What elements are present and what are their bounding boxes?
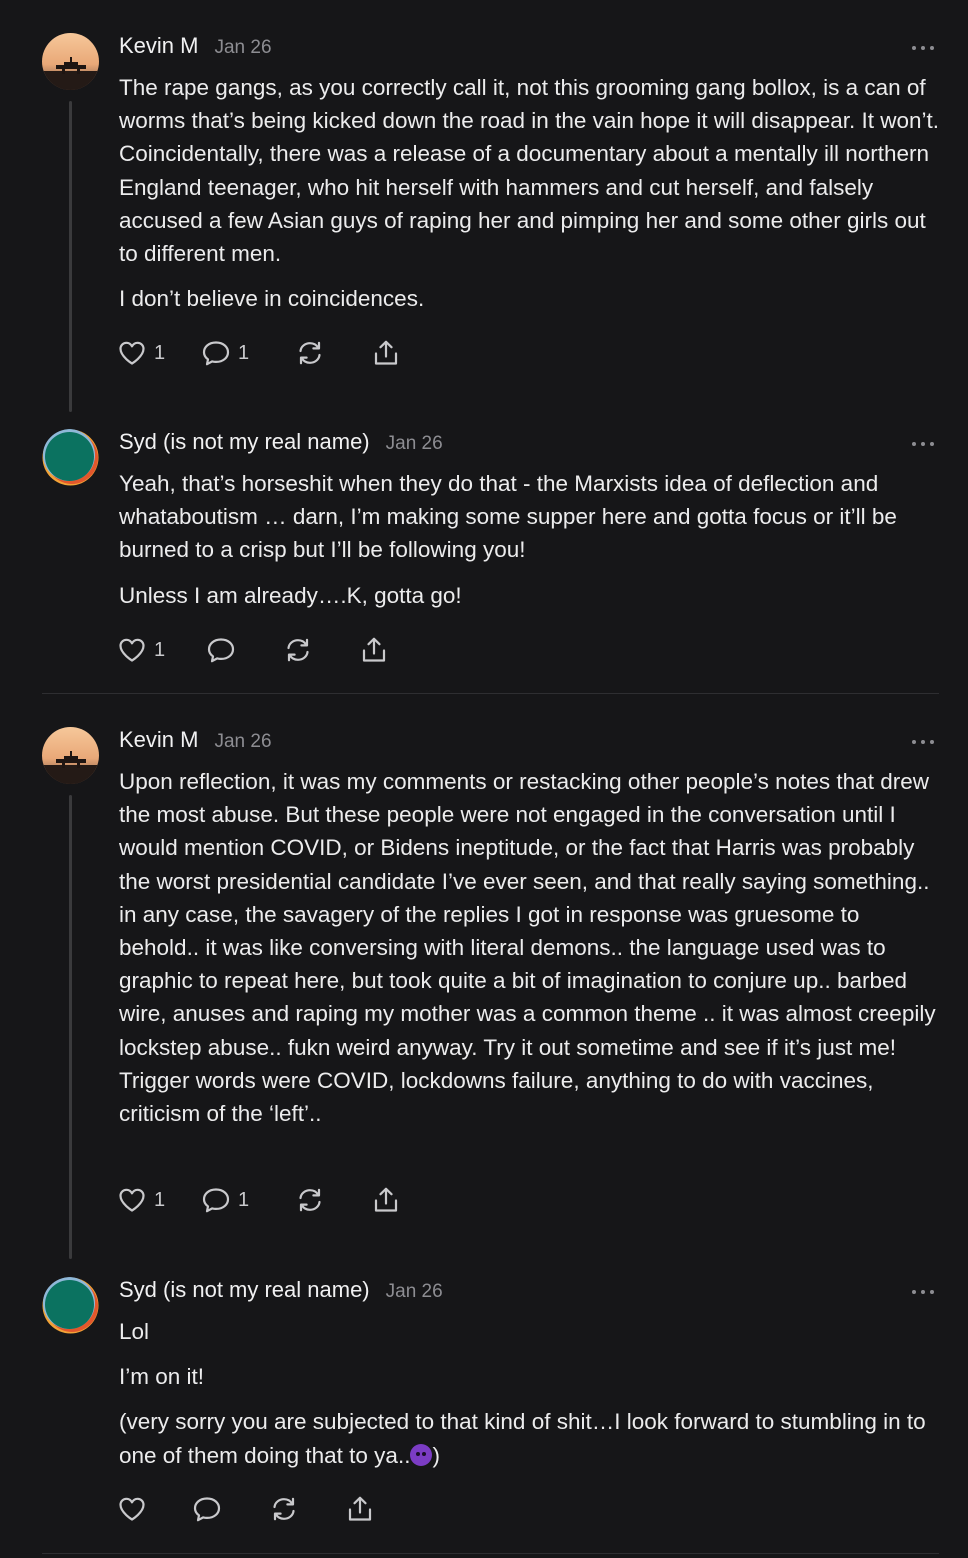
comment-button[interactable]: 1 — [201, 337, 249, 369]
restack-button[interactable] — [283, 634, 313, 666]
share-button[interactable] — [345, 1493, 375, 1525]
avatar[interactable] — [42, 727, 99, 784]
post-body: Lol I’m on it! (very sorry you are subje… — [119, 1315, 941, 1484]
like-button[interactable]: 1 — [117, 1184, 165, 1216]
author-name[interactable]: Syd (is not my real name) — [119, 429, 370, 455]
post-text: (very sorry you are subjected to that ki… — [119, 1409, 926, 1468]
share-upload-icon — [371, 338, 401, 368]
post-paragraph: Upon reflection, it was my comments or r… — [119, 769, 936, 1127]
like-count: 1 — [154, 638, 166, 661]
avatar[interactable] — [42, 429, 99, 486]
share-upload-icon — [371, 1185, 401, 1215]
like-count: 1 — [154, 341, 166, 364]
comment-button[interactable] — [192, 1493, 222, 1525]
avatar[interactable] — [42, 33, 99, 90]
post-paragraph: Lol — [119, 1319, 150, 1344]
comment-button[interactable]: 1 — [201, 1184, 249, 1216]
comment-button[interactable] — [206, 634, 236, 666]
like-button[interactable]: 1 — [117, 634, 165, 666]
more-dots-icon[interactable] — [910, 437, 936, 451]
like-count: 1 — [154, 1188, 166, 1211]
heart-icon — [117, 338, 147, 368]
post-paragraph: I don’t believe in coincidences. — [119, 286, 425, 312]
post-body: Upon reflection, it was my comments or r… — [119, 765, 941, 1142]
comment-count: 1 — [238, 341, 250, 364]
author-name[interactable]: Syd (is not my real name) — [119, 1277, 370, 1303]
avatar[interactable] — [42, 1277, 99, 1334]
heart-icon — [117, 1494, 147, 1524]
share-button[interactable] — [359, 634, 389, 666]
restack-arrows-icon — [295, 1185, 325, 1215]
thread-line — [69, 101, 72, 412]
post-paragraph: I’m on it! — [119, 1364, 205, 1390]
thread-divider — [42, 693, 939, 694]
author-name[interactable]: Kevin M — [119, 727, 198, 753]
like-button[interactable]: 1 — [117, 337, 165, 369]
share-button[interactable] — [371, 337, 401, 369]
heart-icon — [117, 1185, 147, 1215]
post-header: Kevin M Jan 26 — [119, 33, 272, 63]
post-body: Yeah, that’s horseshit when they do that… — [119, 467, 941, 624]
post-date[interactable]: Jan 26 — [386, 433, 443, 455]
thread-line — [69, 795, 72, 1259]
restack-button[interactable] — [295, 337, 325, 369]
more-dots-icon[interactable] — [910, 41, 936, 55]
more-dots-icon[interactable] — [910, 1285, 936, 1299]
comment-bubble-icon — [206, 635, 236, 665]
share-upload-icon — [345, 1494, 375, 1524]
post-date[interactable]: Jan 26 — [214, 37, 271, 59]
post-paragraph: Unless I am already….K, gotta go! — [119, 582, 462, 608]
comment-bubble-icon — [201, 338, 231, 368]
thread-divider — [42, 1553, 939, 1554]
restack-arrows-icon — [295, 338, 325, 368]
restack-button[interactable] — [295, 1184, 325, 1216]
comment-bubble-icon — [192, 1494, 222, 1524]
post-date[interactable]: Jan 26 — [386, 1281, 443, 1303]
restack-arrows-icon — [269, 1494, 299, 1524]
comment-count: 1 — [238, 1188, 250, 1211]
share-upload-icon — [359, 635, 389, 665]
post-paragraph: The rape gangs, as you correctly call it… — [119, 75, 940, 267]
heart-icon — [117, 635, 147, 665]
post-paragraph: (very sorry you are subjected to that ki… — [119, 1405, 941, 1471]
share-button[interactable] — [371, 1184, 401, 1216]
like-button[interactable] — [117, 1493, 147, 1525]
author-name[interactable]: Kevin M — [119, 33, 198, 59]
restack-button[interactable] — [269, 1493, 299, 1525]
post-body: The rape gangs, as you correctly call it… — [119, 71, 941, 327]
post-paragraph: Yeah, that’s horseshit when they do that… — [119, 471, 897, 563]
restack-arrows-icon — [283, 635, 313, 665]
post-date[interactable]: Jan 26 — [214, 731, 271, 753]
more-dots-icon[interactable] — [910, 735, 936, 749]
post-header: Syd (is not my real name) Jan 26 — [119, 1277, 443, 1307]
comment-bubble-icon — [201, 1185, 231, 1215]
smiling-devil-emoji — [410, 1443, 433, 1466]
post-header: Syd (is not my real name) Jan 26 — [119, 429, 443, 459]
post-header: Kevin M Jan 26 — [119, 727, 272, 757]
post-text: ) — [432, 1442, 440, 1468]
